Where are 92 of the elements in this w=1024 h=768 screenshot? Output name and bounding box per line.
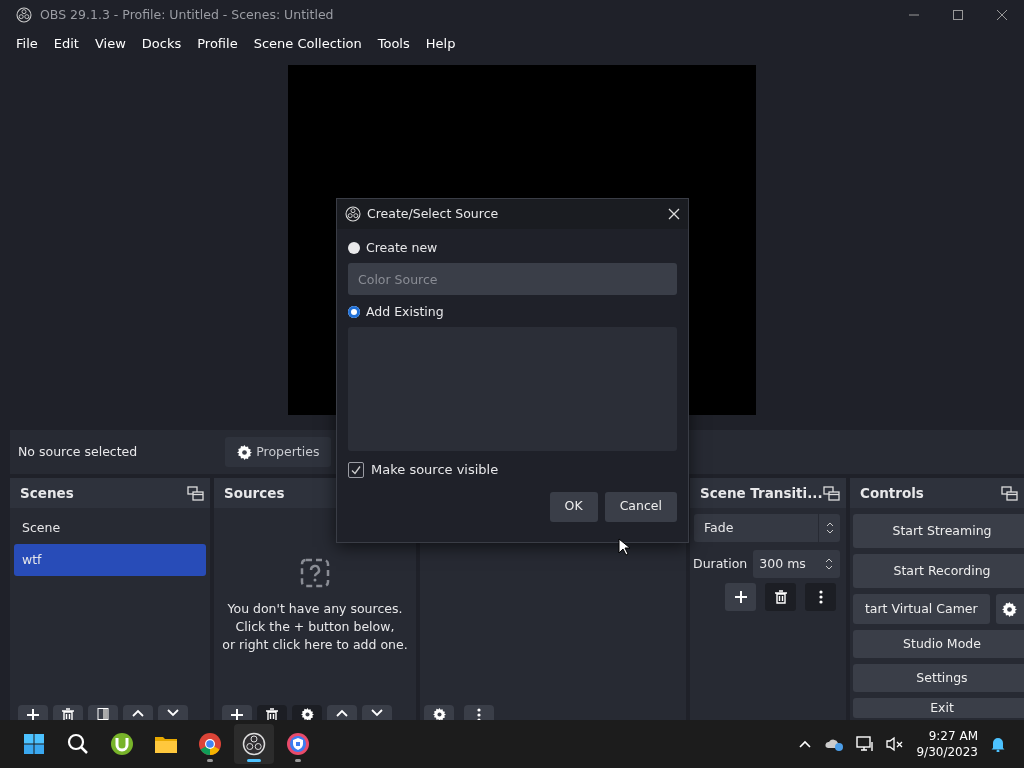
bell-icon[interactable] [990,736,1006,752]
recorder-icon [242,732,266,756]
control-button[interactable]: Start Recording [853,554,1024,588]
trash-icon [773,590,788,604]
spinner-icon [825,557,833,571]
ok-button[interactable]: OK [549,491,598,522]
control-button[interactable]: Start Streaming [853,514,1024,548]
taskbar-button[interactable] [234,724,274,764]
status-text: No source selected [18,442,138,461]
menu-item[interactable]: Docks [133,34,190,54]
add-button[interactable] [18,705,48,720]
gear-icon [300,708,314,720]
close-icon[interactable] [996,9,1008,21]
menu-item[interactable]: View [86,34,134,54]
trash-icon [265,708,279,720]
chevron-up-icon [335,708,349,718]
control-button[interactable]: Settings [853,664,1024,692]
menu-item[interactable]: Edit [45,34,87,54]
move-up-button[interactable] [327,705,357,720]
empty-sources-message: You don't have any sources. Click the + button below, or right click here to add one. [222,600,408,654]
undock-icon [187,485,204,501]
properties-button[interactable]: Properties [225,437,332,467]
move-down-button[interactable] [362,705,392,720]
control-button[interactable]: tart Virtual Camer [853,594,990,624]
trash-icon [61,708,75,720]
settings-button[interactable] [995,594,1024,624]
search-icon [66,732,90,756]
remove-button[interactable] [53,705,83,720]
duration-label: Duration [693,554,748,573]
menu-item[interactable]: Profile [189,34,246,54]
checkbox[interactable] [348,461,364,478]
remove-button[interactable] [257,705,287,720]
transition-select[interactable]: Fade [694,514,840,542]
add-button[interactable] [725,583,756,611]
clock[interactable]: 9:27 AM 9/30/2023 [916,728,978,760]
properties-button[interactable] [292,705,322,720]
filter-icon [97,708,109,720]
window-title: OBS 29.1.3 - Profile: Untitled - Scenes: Untitled [40,5,334,24]
gear-icon [432,708,446,720]
move-up-button[interactable] [123,705,153,720]
gear-icon [1002,601,1018,617]
check-icon [350,463,362,476]
radio-button[interactable] [348,306,360,318]
radio-button[interactable] [348,242,360,254]
app-logo-icon [345,206,361,222]
menu-item[interactable]: Tools [369,34,418,54]
dock-title: Scenes [20,483,74,503]
dock-title: Sources [224,483,285,503]
more-icon [818,590,823,604]
dock-title: Controls [860,483,924,503]
spinner-icon [825,521,834,535]
control-button[interactable]: Studio Mode [853,630,1024,658]
scene-item[interactable]: wtf [14,544,206,576]
checkbox-label: Make source visible [371,461,499,479]
move-down-button[interactable] [158,705,188,720]
menu-item[interactable]: File [8,34,46,54]
dock-title: Scene Transiti... [700,483,823,503]
add-button[interactable] [222,705,252,720]
cursor-icon [618,538,630,556]
network-icon[interactable] [856,736,875,752]
maximize-icon[interactable] [952,9,964,21]
cancel-button[interactable]: Cancel [604,491,677,522]
remove-button[interactable] [765,583,796,611]
filters-button[interactable] [88,705,118,720]
name-field[interactable]: Color Source [348,263,677,295]
undock-icon [1001,485,1018,501]
radio-label: Add Existing [366,302,444,321]
menu-button[interactable] [464,705,494,720]
control-button[interactable]: Exit [853,698,1024,718]
scene-item[interactable]: Scene [14,512,206,544]
chevron-up-icon [131,708,145,718]
question-icon [300,558,330,588]
radio-label: Create new [366,238,438,257]
volume-muted-icon[interactable] [886,736,905,752]
torrent-icon [110,732,134,756]
plus-icon [230,708,244,720]
gear-icon [237,444,253,460]
chevron-down-icon [166,708,180,718]
windows-icon [22,732,46,756]
plus-icon [26,708,40,720]
chevron-down-icon [370,708,384,718]
plus-icon [733,590,748,604]
duration-field[interactable]: 300 ms [753,550,840,578]
app-logo-icon [16,7,32,23]
menu-item[interactable]: Help [417,34,464,54]
menu-item[interactable]: Scene Collection [245,34,370,54]
dialog-title: Create/Select Source [367,204,499,223]
settings-button[interactable] [424,705,454,720]
browser-icon [198,732,222,756]
undock-icon [823,485,840,501]
chevron-up-icon[interactable] [798,739,813,749]
shield-icon [286,732,310,756]
